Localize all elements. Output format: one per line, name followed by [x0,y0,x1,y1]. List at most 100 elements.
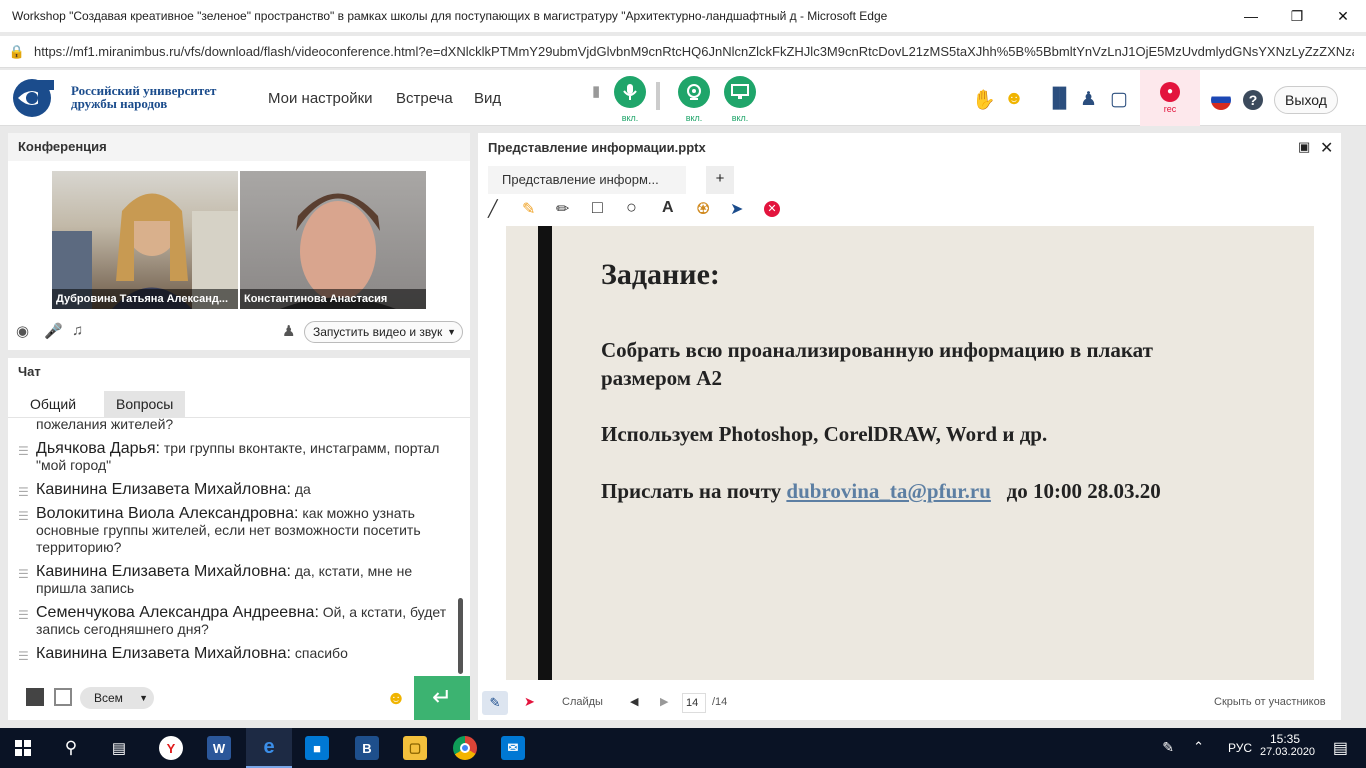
hide-from-participants[interactable]: Скрыть от участников [1214,696,1326,708]
chat-message: ☰ Кавинина Елизавета Михайловна: спасибо [18,645,348,663]
email-link[interactable]: dubrovina_ta@pfur.ru [786,479,991,503]
slides-label[interactable]: Слайды [562,696,603,708]
speaker-settings-icon[interactable]: ♫ [72,322,83,339]
menu-view[interactable]: Вид [474,90,501,107]
edge-icon[interactable]: e [246,728,292,768]
mic-volume-icon[interactable]: ▮ [592,82,600,100]
screen-share-button[interactable] [724,76,756,108]
next-slide-icon[interactable]: ▶ [660,695,668,708]
university-logo [13,79,54,117]
slide-canvas[interactable]: Задание: Собрать всю проанализированную … [506,226,1314,680]
minimize-button[interactable]: — [1228,0,1274,32]
help-icon[interactable]: ? [1243,90,1263,110]
ellipse-tool-icon[interactable]: ○ [626,197,637,218]
rectangle-tool-icon[interactable]: □ [592,197,603,218]
send-button[interactable]: ↵ [414,676,470,720]
smiley-icon[interactable]: ☻ [386,688,406,710]
menu-settings[interactable]: Мои настройки [268,90,373,107]
maximize-panel-icon[interactable]: ▣ [1298,139,1310,155]
slide-text: Собрать всю проанализированную информаци… [601,338,1153,362]
conference-title: Конференция [8,133,470,161]
statistics-icon[interactable]: ▐▌ [1046,88,1073,110]
pointer-mode-icon[interactable]: ➤ [524,694,535,710]
document-tab[interactable]: Представление информ... [488,166,686,194]
microphone-icon [623,84,637,100]
highlighter-tool-icon[interactable]: ✎ [522,199,535,219]
participant-video[interactable]: Дубровина Татьяна Александ... [52,171,238,309]
eraser-tool-icon[interactable]: ♼ [696,199,710,219]
text-tool-icon[interactable]: A [662,199,674,217]
add-user-icon[interactable]: ♟ [1080,88,1097,111]
participant-video[interactable]: Константинова Анастасия [240,171,426,309]
draw-mode-icon[interactable]: ✎ [482,691,508,715]
logo-text: Российский университет дружбы народов [71,83,217,111]
tray-chevron-up-icon[interactable]: ⌃ [1193,739,1204,755]
slide-accent-bar [538,226,552,680]
volume-slider[interactable] [656,82,660,110]
language-indicator[interactable]: РУС [1228,741,1252,755]
pointer-tool-icon[interactable]: ➤ [730,199,743,219]
emoji-icon[interactable]: ☻ [1004,88,1024,110]
window-title: Workshop "Создавая креативное "зеленое" … [12,9,888,23]
chat-title: Чат [8,358,470,386]
clock[interactable]: 15:35 27.03.2020 [1260,732,1316,758]
taskbar: ⚲ ▤ Y W e ■ B ▢ ✉ ✎ ⌃ РУС 15:35 27.03.20… [0,728,1366,768]
address-bar[interactable]: 🔒 https://mf1.miranimbus.ru/vfs/download… [0,36,1366,68]
raise-hand-icon[interactable]: ✋ [972,88,996,112]
folder-icon[interactable]: ▢ [1110,88,1128,111]
conference-panel: Конференция Дубровина Татьяна Александ..… [8,133,470,350]
start-button[interactable] [0,728,46,768]
previous-slide-icon[interactable]: ◀ [630,695,638,708]
drag-handle-icon: ☰ [18,567,29,581]
russian-flag-icon[interactable] [1211,90,1231,110]
microphone-button[interactable] [614,76,646,108]
pen-tool-icon[interactable]: ✏ [556,199,569,219]
chat-message: ☰ Кавинина Елизавета Михайловна: да, кста… [18,563,413,596]
mic-settings-icon[interactable]: 🎤 [44,322,63,340]
menu-meeting[interactable]: Встреча [396,90,453,107]
webcam-icon [687,84,701,100]
exit-button[interactable]: Выход [1274,86,1338,114]
text-color-icon[interactable] [26,688,44,706]
b-app-icon[interactable]: B [344,728,390,768]
store-icon[interactable]: ■ [294,728,340,768]
tab-questions[interactable]: Вопросы [104,391,186,417]
background-color-icon[interactable] [54,688,72,706]
slide-heading: Задание: [601,258,720,291]
word-icon[interactable]: W [196,728,242,768]
camera-button[interactable] [678,76,710,108]
notifications-icon[interactable]: ▤ [1333,738,1348,758]
line-tool-icon[interactable]: ╱ [488,199,498,219]
window-titlebar: Workshop "Создавая креативное "зеленое" … [0,0,1366,32]
page-input[interactable]: 14 [682,693,706,713]
recipient-dropdown[interactable]: Всем ▼ [80,687,154,709]
user-icon: ♟ [282,323,296,340]
tab-general[interactable]: Общий [18,391,89,417]
camera-status: вкл. [685,113,703,123]
start-av-label: Запустить видео и звук [313,325,443,339]
clear-icon[interactable]: ✕ [764,201,780,217]
search-icon[interactable]: ⚲ [48,728,94,768]
chat-messages[interactable]: пожелания жителей? ☰ Дьячкова Дарья: три … [16,418,458,673]
chat-message: пожелания жителей? [36,418,174,432]
clock-date: 27.03.2020 [1260,746,1316,758]
mail-icon[interactable]: ✉ [490,728,536,768]
chrome-icon[interactable] [442,728,488,768]
close-window-button[interactable]: ✕ [1320,0,1366,32]
yandex-browser-icon[interactable]: Y [148,728,194,768]
chat-scrollbar[interactable] [458,598,463,674]
close-panel-icon[interactable]: ✕ [1320,138,1333,158]
task-view-icon[interactable]: ▤ [96,728,142,768]
file-explorer-icon[interactable]: ▢ [392,728,438,768]
record-icon[interactable]: ● [1160,82,1180,102]
camera-settings-icon[interactable]: ◉ [16,322,29,340]
slide-text: Используем Photoshop, CorelDRAW, Word и … [601,422,1048,446]
maximize-button[interactable]: ❐ [1274,0,1320,32]
slide-text: размером А2 [601,366,722,390]
url-text[interactable]: https://mf1.miranimbus.ru/vfs/download/f… [34,44,1354,59]
chat-message: ☰ Кавинина Елизавета Михайловна: да [18,481,311,499]
record-area[interactable]: ● rec [1140,70,1200,126]
start-av-dropdown[interactable]: Запустить видео и звук ▼ [304,321,463,343]
add-tab-button[interactable]: + [706,166,734,194]
pen-workspace-icon[interactable]: ✎ [1162,739,1174,756]
